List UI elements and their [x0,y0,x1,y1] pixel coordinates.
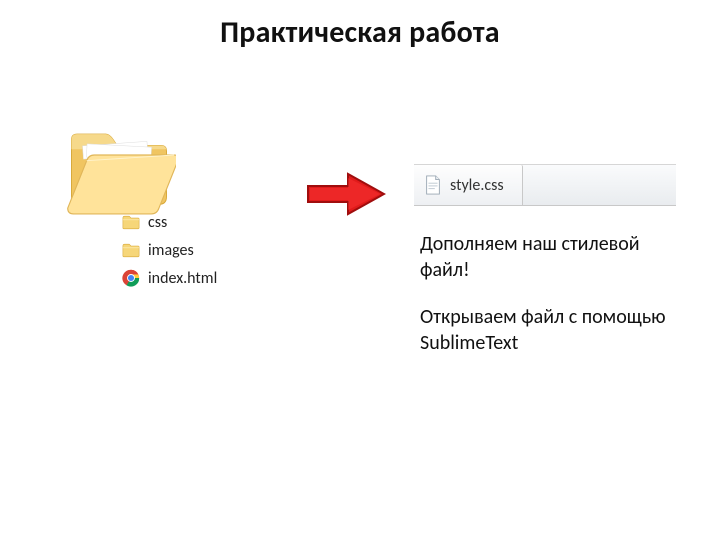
small-folder-icon [122,215,140,230]
open-folder-icon [62,128,176,220]
folder-structure: css images [66,128,276,292]
list-item: index.html [122,264,276,292]
list-item: images [122,236,276,264]
instruction-line-2: Открываем файл с помощью SublimeText [420,305,680,356]
tab-filename: style.css [450,176,504,195]
document-icon [424,175,442,195]
instruction-text: Дополняем наш стилевой файл! Открываем ф… [420,232,680,378]
red-arrow-icon [306,172,386,216]
slide: Практическая работа [0,0,720,540]
small-folder-icon [122,243,140,258]
folder-label: css [148,213,167,232]
file-tab[interactable]: style.css [414,165,523,205]
folder-label: images [148,241,194,260]
instruction-line-1: Дополняем наш стилевой файл! [420,232,680,283]
tab-strip: style.css [414,164,676,206]
file-label: index.html [148,269,217,288]
chrome-icon [122,269,140,287]
file-list: css images [122,208,276,292]
page-title: Практическая работа [0,14,720,51]
